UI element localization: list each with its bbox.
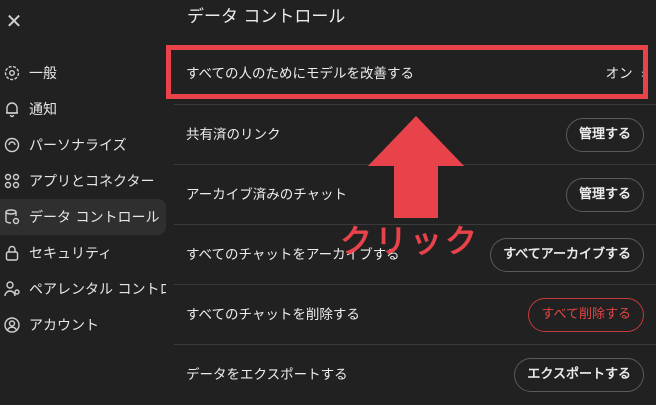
improve-model-row[interactable]: すべての人のためにモデルを改善する オン › (174, 44, 656, 104)
sidebar-item-label: アプリとコネクター (29, 174, 155, 190)
chevron-right-icon: › (640, 66, 646, 82)
row-label: すべてのチャットを削除する (186, 307, 360, 323)
sidebar-item-label: データ コントロール (29, 210, 160, 226)
sidebar-item-apps-connectors[interactable]: アプリとコネクター (0, 163, 166, 199)
delete-all-row: すべてのチャットを削除する すべて削除する (174, 284, 656, 344)
delete-all-button[interactable]: すべて削除する (528, 298, 644, 332)
database-icon (3, 208, 21, 226)
close-icon[interactable]: ✕ (4, 10, 24, 32)
sidebar-item-label: 一般 (29, 66, 57, 82)
row-label: データをエクスポートする (186, 367, 348, 383)
sidebar-item-general[interactable]: 一般 (0, 55, 166, 91)
sidebar-item-security[interactable]: セキュリティ (0, 235, 166, 271)
gear-icon (3, 64, 21, 82)
settings-sidebar: ✕ 一般 通知 パーソナライズ アプリとコネクター データ コントロール セキュ… (0, 0, 166, 404)
page-title: データ コントロール (187, 7, 346, 27)
manage-archived-chats-button[interactable]: 管理する (565, 178, 644, 212)
account-icon (3, 316, 21, 334)
row-label: すべての人のためにモデルを改善する (186, 66, 415, 82)
lock-icon (3, 244, 21, 262)
bell-icon (3, 100, 21, 118)
apps-icon (3, 172, 21, 190)
export-data-row: データをエクスポートする エクスポートする (174, 344, 656, 404)
parental-icon (3, 280, 21, 298)
sidebar-item-notifications[interactable]: 通知 (0, 91, 166, 127)
settings-nav: 一般 通知 パーソナライズ アプリとコネクター データ コントロール セキュリテ… (0, 55, 166, 343)
sidebar-item-label: パーソナライズ (29, 138, 127, 154)
sidebar-item-data-controls[interactable]: データ コントロール (0, 199, 166, 235)
row-label: アーカイブ済みのチャット (186, 187, 348, 203)
manage-shared-links-button[interactable]: 管理する (565, 118, 644, 152)
sidebar-item-label: アカウント (29, 318, 99, 334)
sidebar-item-label: ペアレンタル コントロー... (29, 282, 166, 298)
export-data-button[interactable]: エクスポートする (514, 358, 644, 392)
sidebar-item-parental-controls[interactable]: ペアレンタル コントロー... (0, 271, 166, 307)
click-annotation: クリック (340, 222, 481, 260)
up-arrow-icon (368, 116, 464, 218)
sidebar-item-label: セキュリティ (29, 246, 113, 262)
archive-all-button[interactable]: すべてアーカイブする (490, 238, 644, 272)
sidebar-item-personalize[interactable]: パーソナライズ (0, 127, 166, 163)
status-value: オン (605, 66, 633, 82)
sidebar-item-account[interactable]: アカウント (0, 307, 166, 343)
improve-model-toggle-value[interactable]: オン › (606, 44, 646, 104)
personalize-icon (3, 136, 21, 154)
row-label: 共有済のリンク (186, 127, 281, 143)
sidebar-item-label: 通知 (29, 102, 57, 118)
